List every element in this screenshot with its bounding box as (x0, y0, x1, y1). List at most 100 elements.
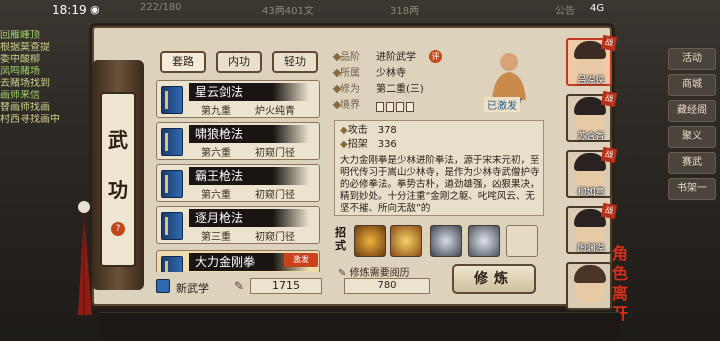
wechat-icon: ◉ (90, 3, 100, 16)
jingjie-label: 境界 (340, 100, 360, 111)
quest-line: 回雁峰顶 (0, 30, 40, 41)
new-skill-book-icon (156, 279, 170, 293)
moves-label: 招式 (335, 226, 346, 252)
skill-book-icon (161, 256, 183, 272)
character-card[interactable]: 苏含香 战 (566, 90, 618, 142)
character-card[interactable] (566, 262, 612, 310)
tab-taolu[interactable]: 套路 (160, 51, 206, 73)
pinjie-value: 进阶武学 (376, 52, 416, 63)
character-card[interactable]: 陶渊溢 战 (566, 202, 618, 254)
skill-level: 第六重 (201, 190, 231, 201)
title-scroll-paper: 武 功 ? (100, 92, 136, 267)
quest-line: 画师来信 (0, 90, 40, 101)
jingjie-pip (396, 102, 404, 112)
skill-item[interactable]: 星云剑法 第九重 炉火纯青 (156, 80, 320, 118)
role-leave-label[interactable]: 角色 离开 (612, 244, 642, 323)
skill-level: 第三重 (201, 232, 231, 243)
bg-notice: 公告 (555, 6, 575, 17)
rating-badge[interactable]: 评 (429, 50, 442, 63)
cost-row: ✎ 修炼需要阅历 (338, 264, 410, 279)
tab-neigong[interactable]: 内功 (216, 51, 262, 73)
quest-line: 委中酸柳 (0, 54, 40, 65)
bg-menu-button[interactable]: 聚义 (668, 126, 716, 148)
character-name: 陶渊溢 (577, 244, 605, 254)
suoshu-value: 少林寺 (376, 68, 406, 79)
parry-value: 336 (377, 139, 397, 150)
background-side-menu: 活动 商城 藏经阁 聚义 赛武 书架一 (640, 40, 720, 200)
skill-item[interactable]: 逐月枪法 第三重 初窥门径 (156, 206, 320, 244)
skill-name: 星云剑法 (189, 83, 309, 101)
character-card[interactable]: 柳如意 战 (566, 146, 618, 198)
bg-menu-button[interactable]: 赛武 (668, 152, 716, 174)
move-palm-icon[interactable] (468, 225, 500, 257)
cost-value: 780 (344, 278, 430, 294)
diamond-icon: ◆ (340, 125, 348, 136)
train-button[interactable]: 修炼 (452, 264, 536, 294)
attack-value: 378 (377, 125, 397, 136)
skill-item[interactable]: 霸王枪法 第六重 初窥门径 (156, 164, 320, 202)
quest-line: 替画师找画 (0, 102, 50, 113)
skill-grade: 初窥门径 (255, 190, 295, 201)
bg-money: 43两401文 (262, 6, 314, 17)
role-label: 角色 (612, 244, 629, 283)
bg-silver: 318两 (390, 6, 420, 17)
skill-name: 逐月枪法 (189, 209, 309, 227)
parry-row: ◆招架 336 (340, 138, 397, 152)
bg-menu-button[interactable]: 商城 (668, 74, 716, 96)
skill-stats: ◆攻击 378 ◆招架 336 (340, 124, 397, 152)
skill-book-icon (161, 128, 183, 156)
tassel-decoration (78, 201, 92, 315)
quest-line: 村西寻找画中 (0, 114, 60, 125)
bg-menu-button[interactable]: 书架一 (668, 178, 716, 200)
help-icon[interactable]: ? (111, 222, 125, 236)
skill-name: 霸王枪法 (189, 167, 309, 185)
pinjie-label: 品阶 (340, 52, 360, 63)
character-name: 吕溢侠 (577, 76, 605, 86)
activated-status: 已激发 (484, 97, 520, 112)
skill-level: 第九重 (201, 106, 231, 117)
skill-item-selected[interactable]: 大力金刚拳 激发 (156, 250, 320, 272)
parry-label: 招架 (347, 139, 368, 150)
title-char: 功 (108, 178, 128, 202)
new-skill-row: 新武学 ✎ 1715 (156, 278, 326, 298)
activated-badge: 激发 (284, 253, 318, 267)
jingjie-pip (376, 102, 384, 112)
bg-counter: 222/180 (140, 2, 182, 13)
battle-tag: 战 (600, 202, 618, 220)
quest-line: 去赌场找到 (0, 78, 50, 89)
tab-qinggong[interactable]: 轻功 (272, 51, 318, 73)
skill-book-icon (161, 86, 183, 114)
bg-menu-button[interactable]: 藏经阁 (668, 100, 716, 122)
scroll-icon: ✎ (234, 279, 245, 293)
jingjie-pip (386, 102, 394, 112)
skill-level: 第六重 (201, 148, 231, 159)
xiuwei-value: 第二重(三) (376, 84, 424, 95)
quest-line: 根据莫查提 (0, 42, 50, 53)
move-fist-icon[interactable] (430, 225, 462, 257)
skill-description: 大力金刚拳是少林进阶拳法，源于宋末元初，至明代传习于嵩山少林寺，是作为少林寺武僧… (340, 155, 540, 214)
attack-row: ◆攻击 378 (340, 124, 397, 138)
skill-item[interactable]: 啸狼枪法 第六重 初窥门径 (156, 122, 320, 160)
move-burst-icon[interactable] (390, 225, 422, 257)
xiuwei-label: 修为 (340, 84, 360, 95)
skill-name: 啸狼枪法 (189, 125, 309, 143)
skill-book-icon (161, 170, 183, 198)
bg-menu-button[interactable]: 活动 (668, 48, 716, 70)
move-fire-icon[interactable] (354, 225, 386, 257)
character-name: 苏含香 (577, 132, 605, 142)
quest-tracker: 回雁峰顶 根据莫查提 委中酸柳 凤鸣赌场 去赌场找到 画师来信 替画师找画 村西… (0, 30, 100, 170)
character-name: 柳如意 (577, 188, 605, 198)
game-bottom-bar (100, 312, 620, 341)
title-char: 武 (108, 128, 128, 152)
skill-grade: 炉火纯青 (255, 106, 295, 117)
skill-grade: 初窥门径 (255, 232, 295, 243)
battle-tag: 战 (600, 34, 618, 52)
clock: 18:19 (52, 3, 87, 17)
character-card-selected[interactable]: 吕溢侠 战 (566, 34, 618, 86)
move-empty-slot[interactable] (506, 225, 538, 257)
battle-tag: 战 (600, 90, 618, 108)
jingjie-pip (406, 102, 414, 112)
suoshu-label: 所属 (340, 68, 360, 79)
attack-label: 攻击 (347, 125, 368, 136)
new-skill-points: 1715 (250, 278, 322, 294)
